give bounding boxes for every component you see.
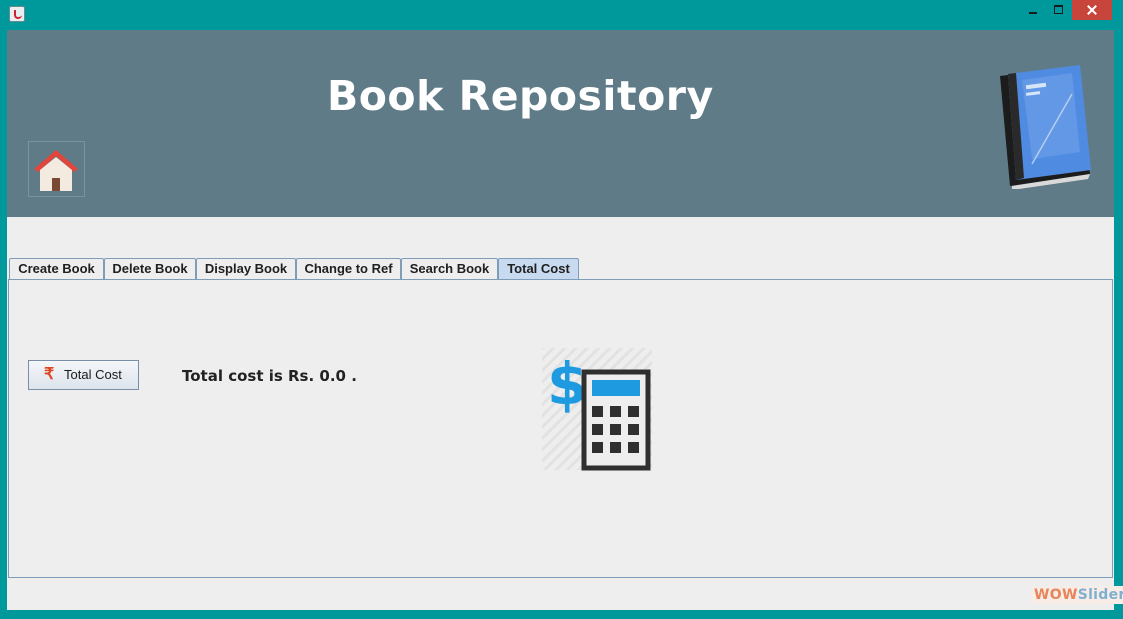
- total-cost-result: Total cost is Rs. 0.0 .: [182, 367, 357, 385]
- tab-search-book[interactable]: Search Book: [401, 258, 498, 279]
- maximize-icon[interactable]: [1046, 0, 1070, 20]
- wowslider-badge: WOWSlider: [1031, 586, 1123, 604]
- total-cost-button[interactable]: ₹ Total Cost: [28, 360, 139, 390]
- wowslider-badge-wow: WOW: [1034, 587, 1078, 603]
- app-window: Book Repository Create Book Delete Book …: [7, 30, 1123, 610]
- home-button[interactable]: [28, 141, 85, 197]
- total-cost-panel: ₹ Total Cost Total cost is Rs. 0.0 . $: [8, 279, 1113, 578]
- tab-create-book[interactable]: Create Book: [9, 258, 104, 279]
- home-icon: [34, 150, 78, 191]
- book-icon: [1000, 65, 1091, 189]
- total-cost-button-label: Total Cost: [64, 367, 122, 382]
- window-title-bar: [0, 0, 1123, 30]
- tab-display-book[interactable]: Display Book: [196, 258, 296, 279]
- minimize-icon[interactable]: [1020, 0, 1044, 20]
- status-bar: [7, 579, 1114, 610]
- wowslider-badge-slider: Slider: [1077, 587, 1123, 603]
- rupee-icon: ₹: [44, 366, 55, 383]
- close-icon[interactable]: [1072, 0, 1112, 20]
- app-title: Book Repository: [327, 72, 714, 120]
- svg-text:$: $: [547, 350, 587, 418]
- calculator-dollar-icon: $: [542, 348, 652, 471]
- header-banner: Book Repository: [7, 30, 1114, 217]
- tab-total-cost[interactable]: Total Cost: [498, 258, 579, 279]
- tab-delete-book[interactable]: Delete Book: [104, 258, 196, 279]
- tab-change-to-ref[interactable]: Change to Ref: [296, 258, 401, 279]
- java-app-icon: [9, 6, 25, 22]
